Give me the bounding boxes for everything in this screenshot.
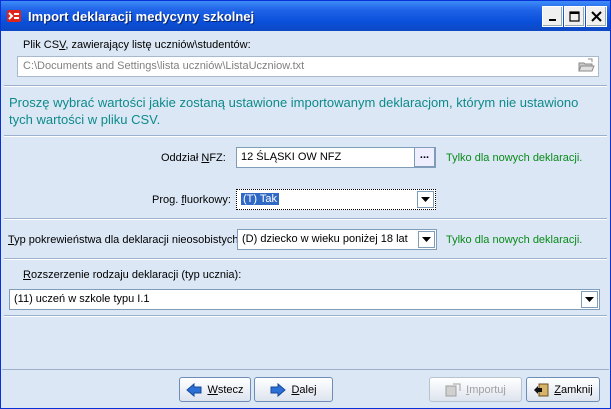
separator <box>4 135 607 137</box>
import-dialog-window: Import deklaracji medycyny szkolnej Plik… <box>0 0 611 409</box>
back-button-label: Wstecz <box>207 384 243 396</box>
fluor-label-prefix: Prog. <box>152 194 182 206</box>
door-exit-icon <box>534 383 549 396</box>
import-button[interactable]: Importuj <box>429 377 522 402</box>
window-title: Import deklaracji medycyny szkolnej <box>28 9 255 24</box>
nfz-browse-button[interactable]: ... <box>414 147 435 167</box>
back-rest: stecz <box>217 383 244 396</box>
open-folder-icon[interactable] <box>577 58 595 75</box>
fluor-label: Prog. fluorkowy: <box>152 194 231 206</box>
csv-label-suffix: , zawierający listę uczniów\studentów: <box>65 39 251 51</box>
extension-label: Rozszerzenie rodzaju deklaracji (typ ucz… <box>23 269 241 281</box>
close-button-label: Zamknij <box>554 384 593 396</box>
fluor-value: (T) Tak <box>241 193 280 205</box>
csv-path-input[interactable]: C:\Documents and Settings\lista uczniów\… <box>17 56 599 77</box>
csv-path-value: C:\Documents and Settings\lista uczniów\… <box>23 60 305 72</box>
extension-dropdown-button[interactable] <box>581 291 598 308</box>
instruction-text: Proszę wybrać wartości jakie zostaną ust… <box>9 95 579 127</box>
maximize-button[interactable] <box>564 6 585 27</box>
nfz-note: Tylko dla nowych deklaracji. <box>446 152 583 164</box>
close-accel: Z <box>554 383 561 396</box>
import-button-label: Importuj <box>466 384 506 396</box>
close-rest: amknij <box>560 383 593 396</box>
csv-file-label: Plik CSV, zawierający listę uczniów\stud… <box>23 39 251 51</box>
close-window-button[interactable] <box>586 6 607 27</box>
nfz-value: 12 ŚLĄSKI OW NFZ <box>241 151 342 163</box>
relation-note: Tylko dla nowych deklaracji. <box>446 234 583 246</box>
arrow-left-icon <box>186 382 202 397</box>
extension-label-suffix: ozszerzenie rodzaju deklaracji (typ uczn… <box>30 269 242 281</box>
app-logo-icon <box>7 10 21 22</box>
next-button[interactable]: Dalej <box>254 377 333 402</box>
relation-label-suffix: yp pokrewieństwa dla deklaracji nieosobi… <box>14 234 242 246</box>
nfz-label: Oddział NFZ: <box>161 152 226 164</box>
close-button[interactable]: Zamknij <box>526 377 600 402</box>
relation-value: (D) dziecko w wieku poniżej 18 lat <box>242 233 408 245</box>
back-accel: W <box>207 383 218 396</box>
title-bar[interactable]: Import deklaracji medycyny szkolnej <box>1 1 610 31</box>
csv-label-prefix: Plik CS <box>23 39 60 51</box>
back-button[interactable]: Wstecz <box>179 377 251 402</box>
close-icon <box>591 11 602 22</box>
fluor-dropdown-button[interactable] <box>417 191 434 208</box>
nfz-label-prefix: Oddział <box>161 152 202 164</box>
separator <box>4 315 607 317</box>
separator <box>4 258 607 260</box>
separator <box>4 218 607 220</box>
next-rest: alej <box>299 383 317 396</box>
chevron-down-icon <box>422 236 431 242</box>
extension-value: (11) uczeń w szkole typu I.1 <box>14 293 150 305</box>
fluor-select[interactable]: (T) Tak <box>236 189 436 210</box>
import-rest: mportuj <box>469 383 506 396</box>
nfz-label-suffix: FZ: <box>209 152 226 164</box>
relation-label: Typ pokrewieństwa dla deklaracji nieosob… <box>8 234 242 246</box>
maximize-icon <box>569 11 580 22</box>
extension-label-accel: R <box>23 269 31 281</box>
separator <box>4 85 607 87</box>
minimize-button[interactable] <box>542 6 563 27</box>
extension-select[interactable]: (11) uczeń w szkole typu I.1 <box>9 289 600 310</box>
arrow-right-icon <box>270 382 287 397</box>
nfz-field[interactable]: 12 ŚLĄSKI OW NFZ <box>236 147 436 168</box>
import-icon <box>445 383 461 396</box>
chevron-down-icon <box>585 296 594 302</box>
next-button-label: Dalej <box>291 384 316 396</box>
relation-select[interactable]: (D) dziecko w wieku poniżej 18 lat <box>237 229 437 250</box>
relation-dropdown-button[interactable] <box>418 231 435 248</box>
fluor-label-suffix: luorkowy: <box>184 194 231 206</box>
chevron-down-icon <box>421 196 430 202</box>
minimize-icon <box>548 18 556 21</box>
